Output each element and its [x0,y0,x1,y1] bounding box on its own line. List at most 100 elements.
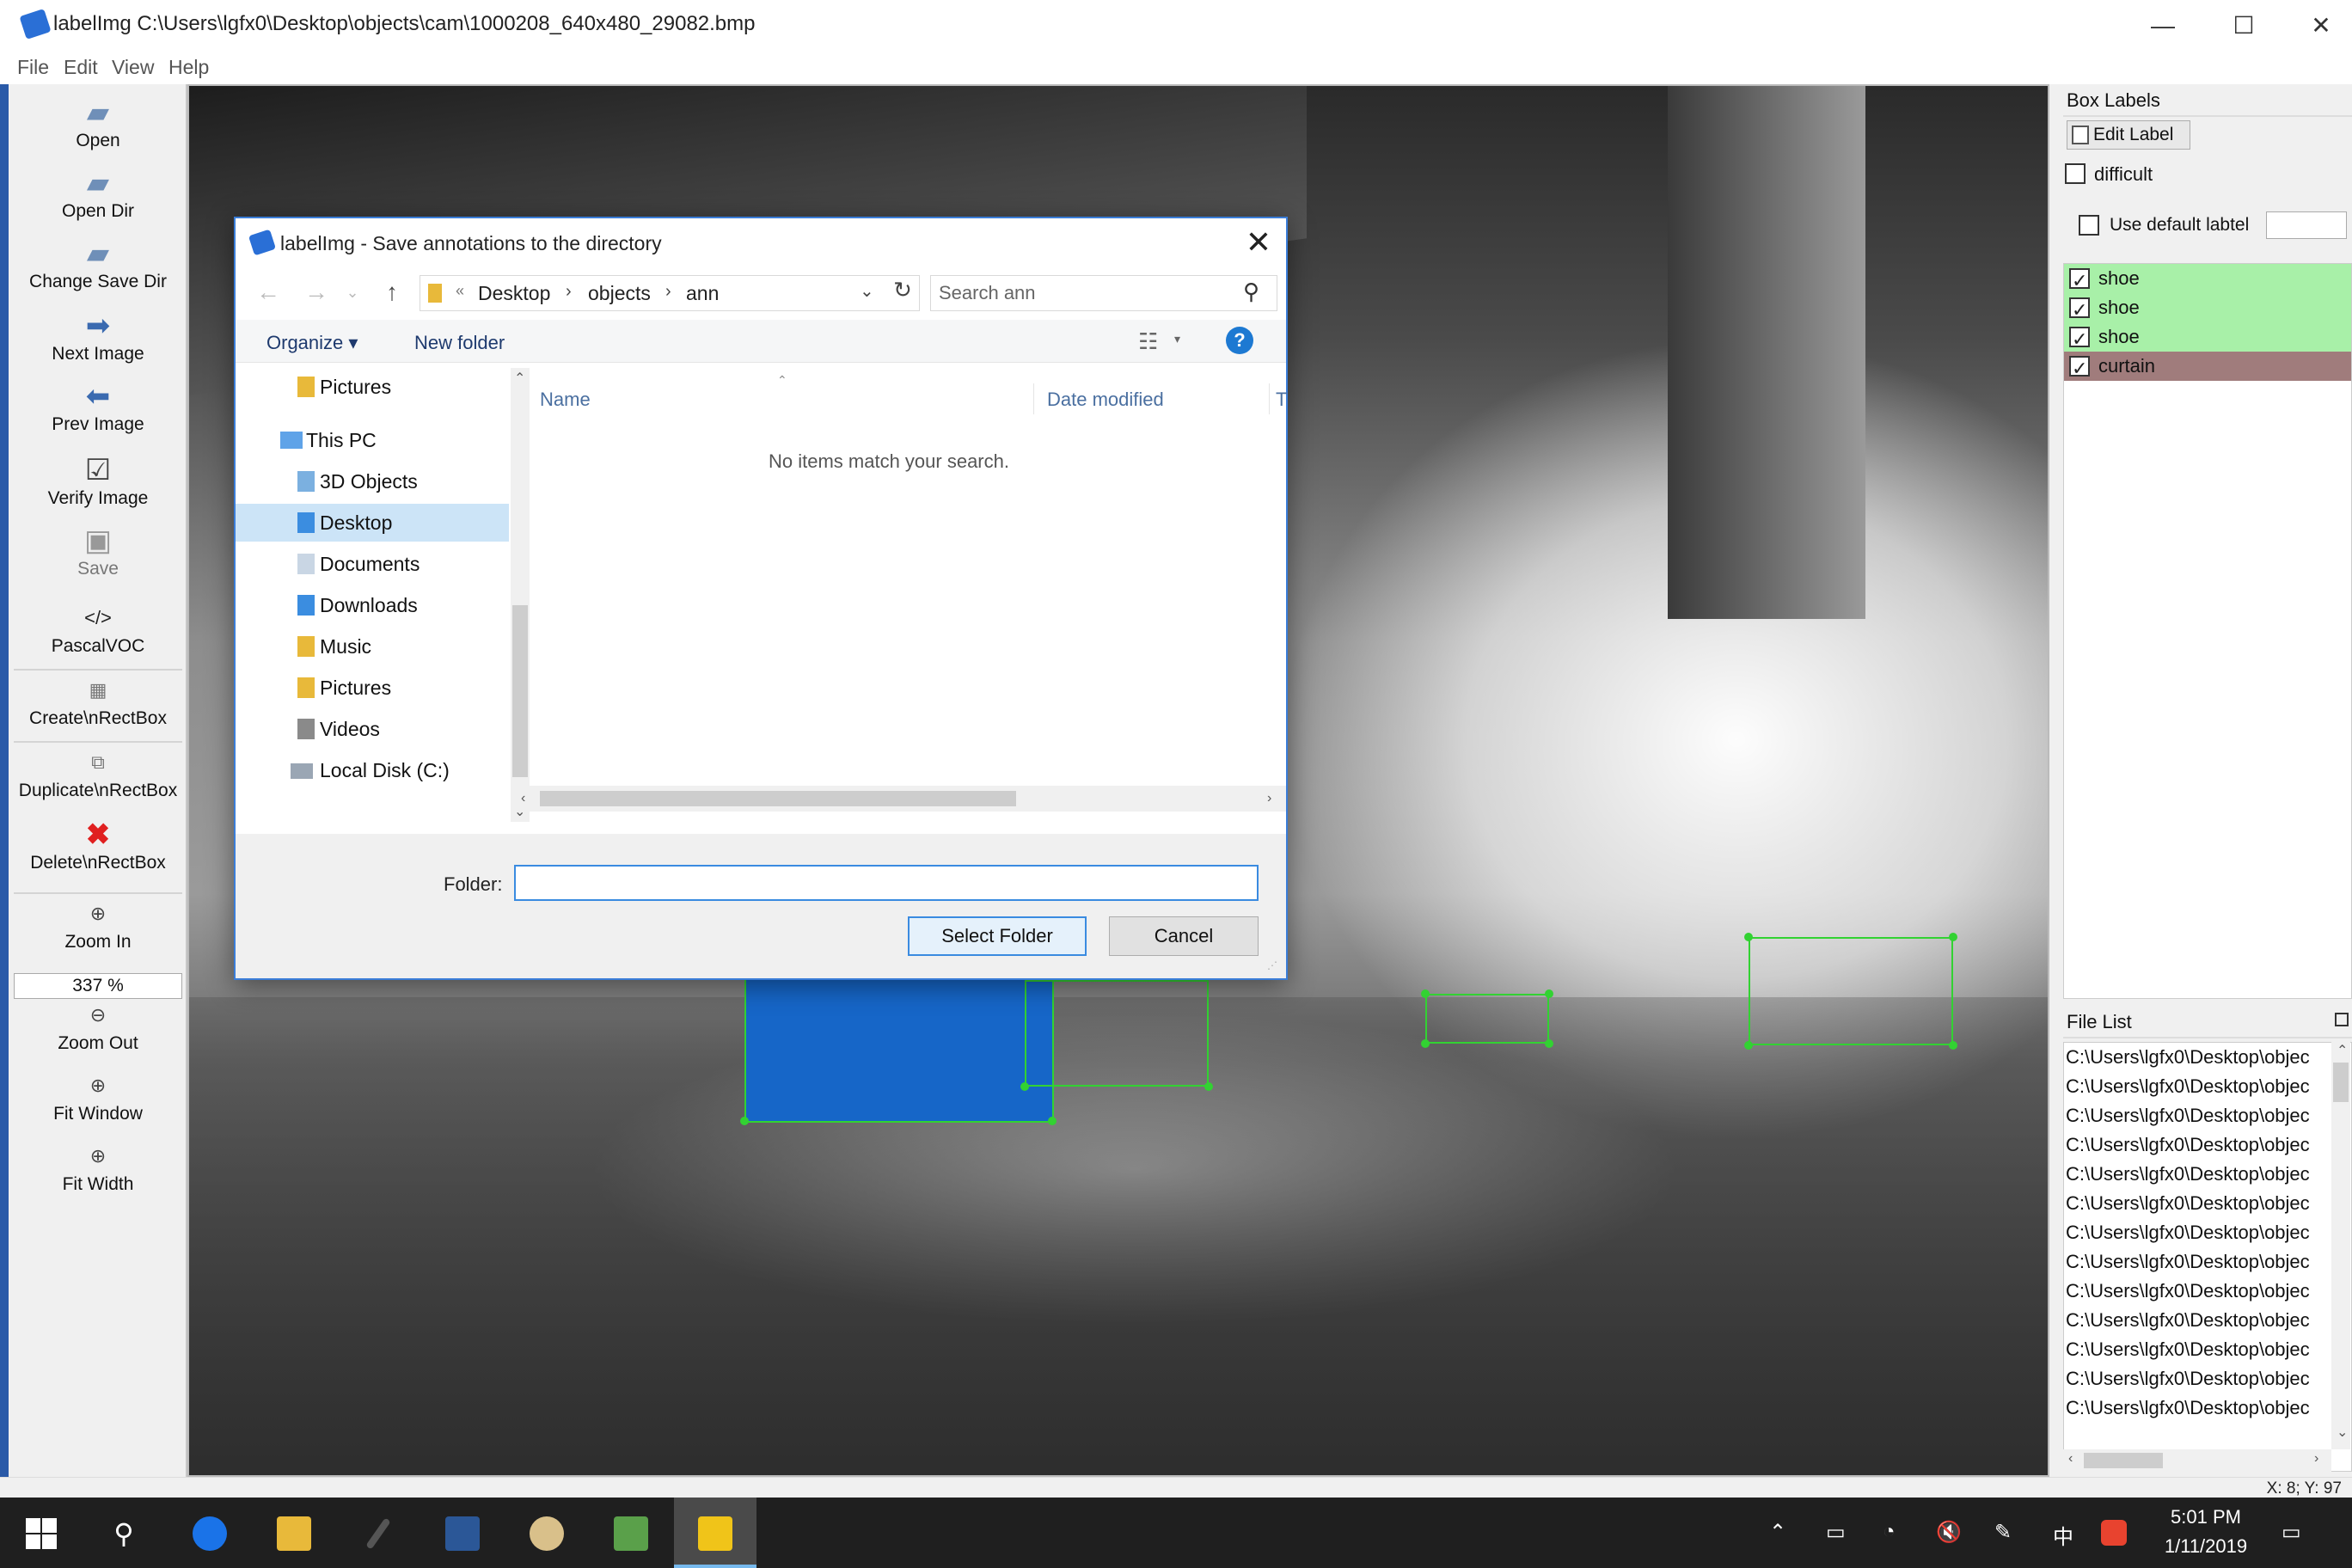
dialog-close-button[interactable]: ✕ [1240,224,1277,261]
view-options-icon[interactable]: ☷ [1138,328,1158,355]
file-list-item[interactable]: C:\Users\lgfx0\Desktop\objec [2066,1101,2332,1130]
undock-icon[interactable] [2335,1013,2349,1026]
navigation-pane[interactable]: Pictures This PC 3D Objects Desktop Docu… [236,368,530,832]
bbox-handle[interactable] [1949,1041,1957,1050]
breadcrumb-overflow-icon[interactable]: « [456,282,464,300]
bbox-handle[interactable] [1204,1082,1213,1091]
nav-item-videos[interactable]: Videos [236,710,509,748]
help-icon[interactable]: ? [1226,327,1253,354]
file-list-item[interactable]: C:\Users\lgfx0\Desktop\objec [2066,1364,2332,1393]
file-list-item[interactable]: C:\Users\lgfx0\Desktop\objec [2066,1072,2332,1101]
scroll-up-icon[interactable]: ⌃ [2337,1042,2348,1059]
bbox-handle[interactable] [1949,933,1957,941]
difficult-checkbox[interactable] [2065,163,2086,184]
taskbar-labelimg[interactable] [674,1498,756,1568]
breadcrumb-chevron-icon[interactable]: › [566,282,572,302]
open-button[interactable]: ▰ Open [9,98,187,151]
taskbar-search-button[interactable]: ⚲ [83,1498,165,1568]
default-label-input[interactable] [2266,211,2347,239]
menu-view[interactable]: View [112,56,154,79]
refresh-icon[interactable]: ↻ [889,277,916,304]
menu-file[interactable]: File [17,56,49,79]
next-image-button[interactable]: ➡ Next Image [9,311,187,364]
notification-icon[interactable]: ▭ [2282,1520,2301,1545]
maximize-button[interactable]: ☐ [2209,9,2278,43]
address-dropdown-icon[interactable]: ⌄ [860,280,874,302]
nav-item-pictures[interactable]: Pictures [236,368,509,406]
bbox-handle[interactable] [1744,1041,1753,1050]
network-icon[interactable]: ◔ [1883,1520,1896,1544]
bbox-shoe[interactable] [1025,980,1209,1087]
up-arrow-icon[interactable]: ↑ [377,277,407,308]
bbox-handle[interactable] [1020,1082,1029,1091]
mute-icon[interactable]: 🔇 [1936,1520,1962,1545]
bbox-handle[interactable] [1545,989,1553,998]
breadcrumb-chevron-icon[interactable]: › [665,282,671,302]
label-checkbox[interactable] [2069,266,2090,296]
label-list[interactable]: shoe shoe shoe curtain [2063,263,2352,999]
label-checkbox[interactable] [2069,296,2090,325]
label-list-item[interactable]: shoe [2064,322,2351,354]
breadcrumb-objects[interactable]: objects [588,282,651,305]
back-arrow-icon[interactable]: ← [253,277,284,308]
zoom-level-field[interactable]: 337 % [14,973,182,999]
create-rectbox-button[interactable]: ▦ Create\nRectBox [9,676,187,729]
file-list-item[interactable]: C:\Users\lgfx0\Desktop\objec [2066,1306,2332,1335]
bbox-handle[interactable] [1421,1039,1430,1048]
file-list-item[interactable]: C:\Users\lgfx0\Desktop\objec [2066,1160,2332,1189]
taskbar-pen-app[interactable] [337,1498,420,1568]
file-list-vscrollbar[interactable] [2331,1042,2350,1449]
file-list-hscroll-thumb[interactable] [2084,1453,2163,1468]
new-folder-button[interactable]: New folder [414,332,505,354]
scroll-up-icon[interactable]: ⌃ [514,370,525,387]
chevron-up-icon[interactable]: ⌃ [1769,1520,1786,1545]
ime-icon[interactable]: 中 [2053,1520,2073,1550]
scroll-left-icon[interactable]: ‹ [521,791,525,806]
close-button[interactable]: ✕ [2287,9,2352,43]
use-default-label-checkbox[interactable] [2079,215,2099,236]
bbox-handle[interactable] [1421,989,1430,998]
select-folder-button[interactable]: Select Folder [908,916,1087,956]
breadcrumb-ann[interactable]: ann [686,282,719,305]
duplicate-rectbox-button[interactable]: ⧉ Duplicate\nRectBox [9,748,187,801]
cancel-button[interactable]: Cancel [1109,916,1259,956]
scroll-right-icon[interactable]: › [1267,791,1271,806]
nav-item-3d-objects[interactable]: 3D Objects [236,462,509,500]
change-save-dir-button[interactable]: ▰ Change Save Dir [9,239,187,292]
taskbar-image-viewer[interactable] [590,1498,672,1568]
label-checkbox[interactable] [2069,325,2090,354]
open-dir-button[interactable]: ▰ Open Dir [9,168,187,222]
bbox-handle[interactable] [1048,1117,1057,1125]
scroll-down-icon[interactable]: ⌄ [2337,1424,2348,1441]
menu-edit[interactable]: Edit [64,56,98,79]
column-header-date-modified[interactable]: Date modified [1047,389,1164,411]
save-button[interactable]: ▣ Save [9,526,187,579]
nav-item-downloads[interactable]: Downloads [236,586,509,624]
minimize-button[interactable]: — [2128,9,2197,43]
bbox-shoe[interactable] [1425,994,1549,1044]
nav-item-music[interactable]: Music [236,628,509,665]
folder-input[interactable] [514,865,1259,901]
file-list-item[interactable]: C:\Users\lgfx0\Desktop\objec [2066,1277,2332,1306]
file-list[interactable]: C:\Users\lgfx0\Desktop\objec C:\Users\lg… [2063,1042,2352,1472]
nav-item-desktop[interactable]: Desktop [236,504,509,542]
delete-rectbox-button[interactable]: ✖ Delete\nRectBox [9,820,187,873]
view-dropdown-icon[interactable]: ▾ [1174,332,1180,346]
bbox-handle[interactable] [1545,1039,1553,1048]
battery-icon[interactable]: ▭ [1826,1520,1846,1545]
nav-item-pictures[interactable]: Pictures [236,669,509,707]
file-list-vscroll-thumb[interactable] [2333,1063,2349,1102]
prev-image-button[interactable]: ⬅ Prev Image [9,382,187,435]
nav-item-documents[interactable]: Documents [236,545,509,583]
start-button[interactable] [0,1498,83,1568]
column-divider[interactable] [1269,383,1270,414]
bbox-shoe[interactable] [1749,937,1953,1045]
file-list-item[interactable]: C:\Users\lgfx0\Desktop\objec [2066,1247,2332,1277]
label-list-item[interactable]: shoe [2064,293,2351,325]
file-list-item[interactable]: C:\Users\lgfx0\Desktop\objec [2066,1218,2332,1247]
bbox-handle[interactable] [1744,933,1753,941]
nav-pane-scroll-thumb[interactable] [512,605,528,777]
bbox-handle[interactable] [740,1117,749,1125]
menu-help[interactable]: Help [168,56,209,79]
file-pane-hscroll-thumb[interactable] [540,791,1016,806]
